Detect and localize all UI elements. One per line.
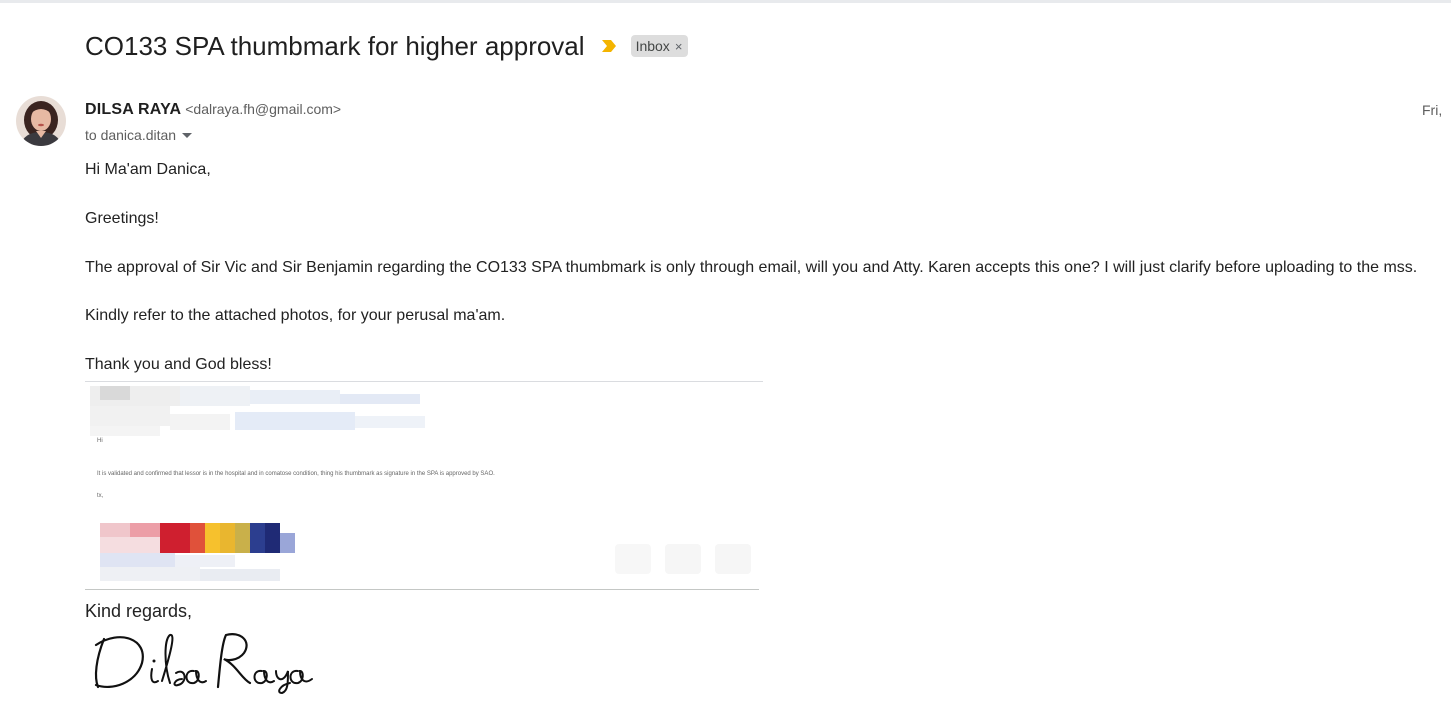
attachment-closing: tx, (97, 493, 104, 499)
body-line-1: Greetings! (85, 210, 159, 227)
top-divider (0, 0, 1451, 3)
handwritten-signature (94, 633, 313, 695)
pixelated-action-icons (615, 544, 751, 574)
sender-avatar[interactable] (16, 96, 66, 146)
sender-row: DILSA RAYA <dalraya.fh@gmail.com> (85, 101, 341, 119)
pixelated-logo-signature (100, 523, 295, 581)
inbox-label-text: Inbox (635, 38, 670, 54)
attached-email-screenshot[interactable]: Hi It is validated and confirmed that le… (85, 379, 765, 592)
email-subject: CO133 SPA thumbmark for higher approval (85, 30, 585, 61)
body-greeting: Hi Ma'am Danica, (85, 161, 211, 178)
closing-regards: Kind regards, (85, 601, 193, 621)
remove-label-icon[interactable]: × (675, 39, 683, 54)
sender-name[interactable]: DILSA RAYA (85, 101, 181, 119)
subject-row: CO133 SPA thumbmark for higher approval … (85, 29, 689, 63)
body-line-2: The approval of Sir Vic and Sir Benjamin… (85, 259, 1418, 276)
recipient-row[interactable]: to danica.ditan (85, 127, 193, 143)
attachment-bottom-border (85, 589, 759, 590)
sender-email: <dalraya.fh@gmail.com> (185, 101, 342, 117)
email-date: Fri, (1422, 102, 1443, 118)
body-line-3: Kindly refer to the attached photos, for… (85, 307, 506, 324)
attachment-statement: It is validated and confirmed that lesso… (97, 471, 495, 477)
pixelated-sender-header (90, 386, 425, 436)
body-line-4: Thank you and God bless! (85, 356, 272, 373)
inbox-label-chip[interactable]: Inbox × (630, 35, 689, 57)
importance-marker-icon[interactable] (601, 39, 617, 53)
attachment-greeting: Hi (97, 438, 103, 444)
recipient-text: to danica.ditan (85, 127, 177, 143)
show-details-caret-icon[interactable] (182, 132, 193, 138)
